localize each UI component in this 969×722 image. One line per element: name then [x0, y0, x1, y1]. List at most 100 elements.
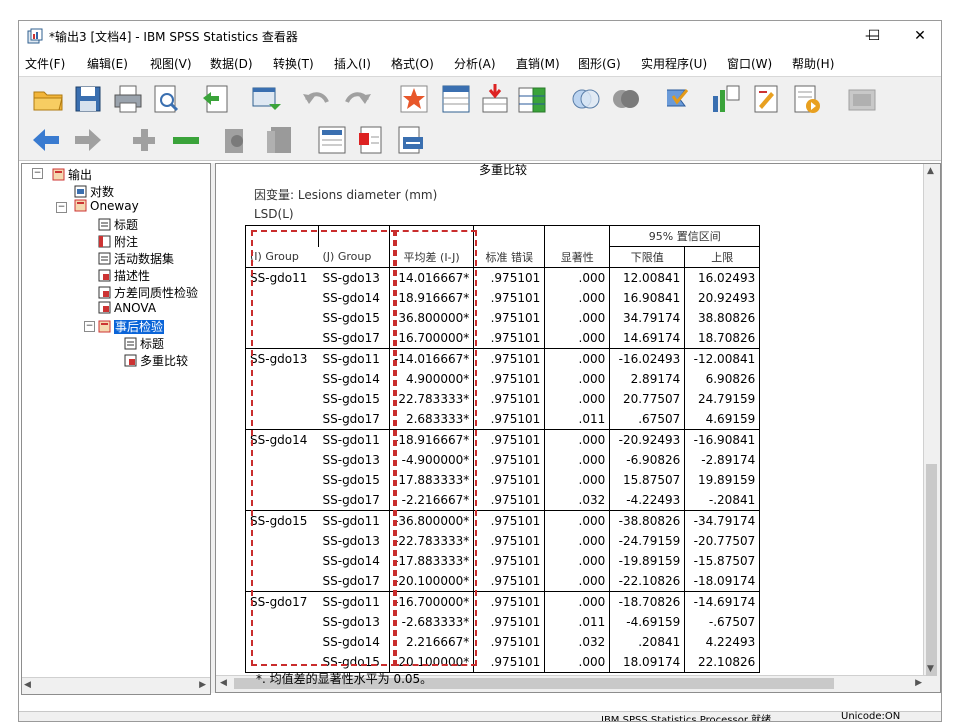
- hide-icon[interactable]: [263, 123, 297, 157]
- highlight-group-columns-box: [251, 230, 397, 666]
- vertical-scroll-thumb[interactable]: [926, 464, 937, 676]
- demote-right-arrow-icon[interactable]: [71, 123, 105, 157]
- menu-window[interactable]: 窗口(W): [727, 55, 772, 72]
- cell-ci-lower: -4.22493: [609, 490, 686, 511]
- tree-item-oneway[interactable]: Oneway: [74, 199, 139, 215]
- tree-item-descriptives[interactable]: 描述性: [98, 267, 150, 283]
- menu-transform[interactable]: 转换(T): [273, 55, 314, 72]
- output-vertical-scrollbar[interactable]: ▲ ▼: [923, 164, 940, 692]
- scroll-up-arrow-icon[interactable]: ▲: [927, 166, 934, 176]
- insert-cases-icon[interactable]: [477, 82, 511, 116]
- save-icon[interactable]: [71, 82, 105, 116]
- oneway-book-icon: [74, 199, 87, 212]
- notes-table-icon: [98, 235, 111, 248]
- use-variable-sets-icon[interactable]: [609, 82, 643, 116]
- anova-table-icon: [98, 301, 111, 314]
- cell-sig: .000: [544, 510, 611, 531]
- menu-graphs[interactable]: 图形(G): [578, 55, 621, 72]
- cell-sig: .000: [544, 369, 611, 389]
- show-all-variables-icon[interactable]: [569, 82, 603, 116]
- insert-heading-icon[interactable]: [315, 123, 349, 157]
- scroll-down-arrow-icon[interactable]: ▼: [927, 664, 934, 674]
- tree-item-multiple-comparisons[interactable]: 多重比较: [124, 352, 188, 368]
- expand-plus-icon[interactable]: [127, 123, 161, 157]
- menu-edit[interactable]: 编辑(E): [87, 55, 128, 72]
- scroll-left-arrow-icon[interactable]: ◀: [220, 678, 227, 688]
- cell-ci-lower: 12.00841: [609, 267, 686, 288]
- collapse-posthoc-toggle[interactable]: −: [84, 321, 95, 332]
- print-preview-icon[interactable]: [149, 82, 183, 116]
- menu-direct-marketing[interactable]: 直销(M): [516, 55, 560, 72]
- close-button[interactable]: ✕: [897, 21, 941, 51]
- redo-icon[interactable]: [341, 82, 375, 116]
- maximize-button[interactable]: ☐: [851, 21, 897, 51]
- collapse-minus-icon[interactable]: [169, 123, 203, 157]
- collapse-root-toggle[interactable]: −: [32, 168, 43, 179]
- tree-item-active-dataset[interactable]: 活动数据集: [98, 250, 174, 266]
- collapse-oneway-toggle[interactable]: −: [56, 202, 67, 213]
- undo-icon[interactable]: [299, 82, 333, 116]
- multiple-comparisons-table-icon: [124, 354, 137, 367]
- goto-case-icon[interactable]: [397, 82, 431, 116]
- tree-item-output[interactable]: 输出: [52, 166, 92, 182]
- cell-ci-upper: -20.77507: [684, 531, 761, 551]
- insert-text-icon[interactable]: [393, 123, 427, 157]
- menu-utilities[interactable]: 实用程序(U): [641, 55, 707, 72]
- print-icon[interactable]: [111, 82, 145, 116]
- menu-help[interactable]: 帮助(H): [792, 55, 834, 72]
- insert-variable-icon[interactable]: [515, 82, 549, 116]
- menu-data[interactable]: 数据(D): [210, 55, 253, 72]
- cell-sig: .000: [544, 348, 611, 369]
- dependent-variable-label: 因变量: Lesions diameter (mm): [254, 188, 438, 202]
- recall-dialog-icon[interactable]: [249, 82, 283, 116]
- menu-file[interactable]: 文件(F): [25, 55, 65, 72]
- cell-std-error: .975101: [473, 490, 546, 511]
- scroll-right-arrow-icon[interactable]: ▶: [199, 680, 206, 690]
- header-std-error: 标准 错误: [473, 246, 546, 268]
- cell-std-error: .975101: [473, 571, 546, 592]
- scroll-right-arrow-icon[interactable]: ▶: [915, 678, 922, 688]
- tree-item-posthoc[interactable]: 事后检验: [98, 318, 165, 334]
- menu-format[interactable]: 格式(O): [391, 55, 434, 72]
- show-icon[interactable]: [221, 123, 255, 157]
- cell-std-error: .975101: [473, 328, 546, 349]
- designate-window-icon[interactable]: [749, 82, 783, 116]
- spss-viewer-window: *输出3 [文档4] - IBM SPSS Statistics 查看器 — ☐…: [18, 20, 942, 722]
- cell-sig: .000: [544, 308, 611, 328]
- chart-builder-icon[interactable]: [709, 82, 743, 116]
- cell-sig: .011: [544, 409, 611, 430]
- tree-horizontal-scrollbar[interactable]: ◀ ▶: [22, 677, 210, 694]
- tree-item-anova[interactable]: ANOVA: [98, 301, 156, 317]
- promote-left-arrow-icon[interactable]: [29, 123, 63, 157]
- cell-std-error: .975101: [473, 531, 546, 551]
- cell-sig: .000: [544, 450, 611, 470]
- active-dataset-page-icon: [98, 252, 111, 265]
- cell-std-error: .975101: [473, 652, 546, 673]
- export-icon[interactable]: [199, 82, 233, 116]
- scroll-left-arrow-icon[interactable]: ◀: [24, 680, 31, 690]
- open-folder-icon[interactable]: [31, 82, 65, 116]
- cell-ci-upper: 22.10826: [684, 652, 761, 673]
- cell-std-error: .975101: [473, 632, 546, 652]
- cell-std-error: .975101: [473, 267, 546, 288]
- run-script-icon[interactable]: [789, 82, 823, 116]
- cell-sig: .000: [544, 652, 611, 673]
- goto-variable-icon[interactable]: [439, 82, 473, 116]
- tree-item-notes[interactable]: 附注: [98, 233, 138, 249]
- tree-item-homogeneity[interactable]: 方差同质性检验: [98, 284, 198, 300]
- menu-insert[interactable]: 插入(I): [334, 55, 371, 72]
- cell-ci-lower: 15.87507: [609, 470, 686, 490]
- cell-sig: .032: [544, 632, 611, 652]
- tree-item-posthoc-title[interactable]: 标题: [124, 335, 164, 351]
- outline-toolbar: [19, 120, 941, 161]
- tree-item-title[interactable]: 标题: [98, 216, 138, 232]
- cell-sig: .000: [544, 267, 611, 288]
- insert-title-icon[interactable]: [355, 123, 389, 157]
- cell-sig: .000: [544, 389, 611, 409]
- cell-std-error: .975101: [473, 470, 546, 490]
- cell-std-error: .975101: [473, 288, 546, 308]
- menu-view[interactable]: 视图(V): [150, 55, 192, 72]
- spelling-icon[interactable]: [659, 82, 693, 116]
- menu-analyze[interactable]: 分析(A): [454, 55, 496, 72]
- tree-item-log[interactable]: 对数: [74, 183, 114, 199]
